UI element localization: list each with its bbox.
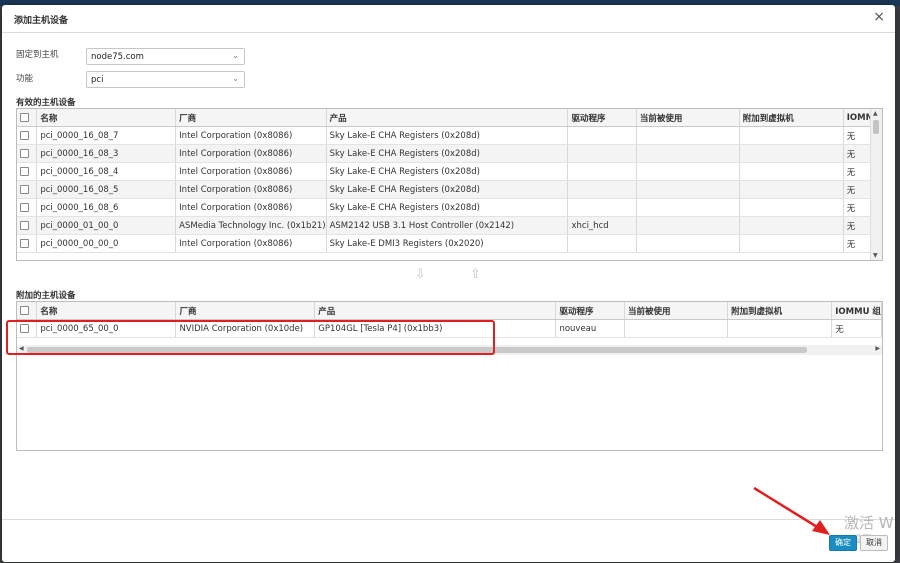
annotation-arrow-icon (753, 486, 830, 535)
